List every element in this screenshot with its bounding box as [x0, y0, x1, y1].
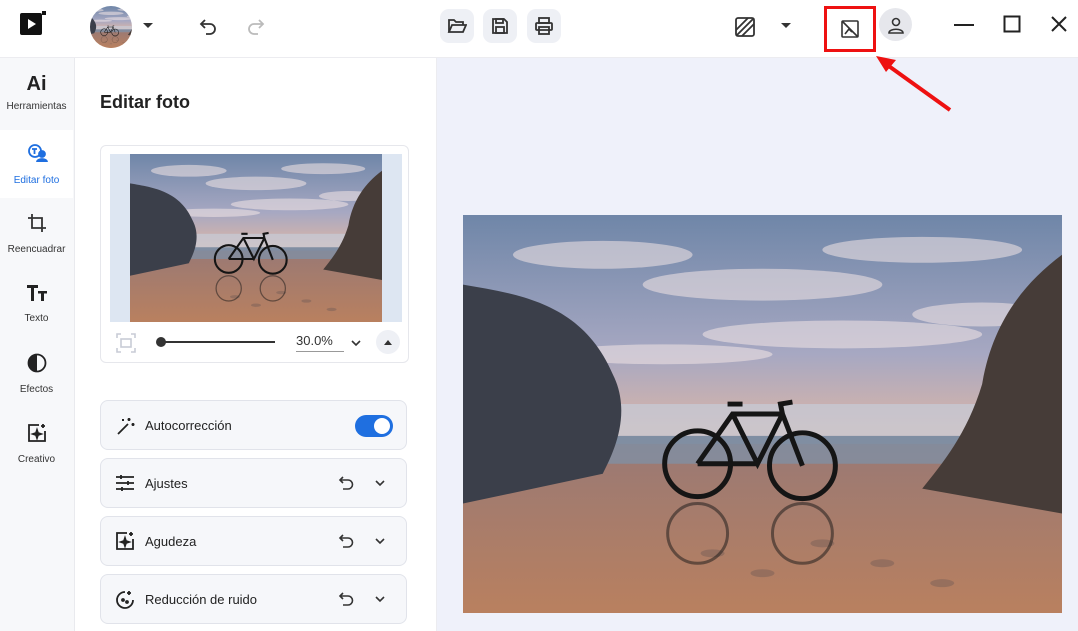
photo-canvas[interactable] — [437, 58, 1078, 631]
zoom-slider-handle[interactable] — [156, 337, 166, 347]
sharpen-icon — [115, 531, 137, 553]
tool-row-autocorreccion[interactable]: Autocorrección — [100, 400, 407, 450]
compare-icon[interactable] — [732, 14, 758, 40]
zoom-value[interactable]: 30.0% — [296, 333, 344, 352]
rail-item-label: Efectos — [19, 384, 54, 395]
tool-row-reduccion-ruido[interactable]: Reducción de ruido — [100, 574, 407, 624]
crop-icon — [27, 213, 47, 238]
text-icon — [26, 284, 48, 307]
autocorrect-toggle[interactable] — [355, 415, 393, 437]
chevron-down-icon[interactable] — [140, 18, 156, 34]
rail-item-label: Reencuadrar — [7, 244, 66, 255]
navigator-preview[interactable] — [110, 154, 402, 322]
tool-label: Agudeza — [145, 534, 197, 549]
rail-item-label: Creativo — [17, 454, 56, 465]
preview-thumbnail — [130, 154, 382, 322]
print-icon[interactable] — [527, 9, 561, 43]
undo-icon[interactable] — [196, 14, 220, 38]
app-logo-icon — [18, 10, 48, 38]
avatar[interactable] — [90, 6, 132, 48]
tool-label: Ajustes — [145, 476, 188, 491]
minimize-icon[interactable] — [953, 14, 975, 36]
hide-preview-icon[interactable] — [824, 6, 876, 52]
folder-open-icon[interactable] — [440, 9, 474, 43]
rail-item-label: Editar foto — [13, 175, 60, 186]
collapse-preview-button[interactable] — [376, 330, 400, 354]
save-icon[interactable] — [483, 9, 517, 43]
zoom-dropdown-chevron-icon[interactable] — [350, 336, 362, 348]
rail-item-editar-foto[interactable]: Editar foto — [0, 130, 73, 198]
tool-row-ajustes[interactable]: Ajustes — [100, 458, 407, 508]
rail-item-creativo[interactable]: Creativo — [0, 410, 73, 478]
tool-row-agudeza[interactable]: Agudeza — [100, 516, 407, 566]
compare-dropdown-chevron-icon[interactable] — [778, 18, 794, 34]
denoise-icon — [115, 589, 137, 611]
effects-icon — [27, 353, 47, 378]
left-tool-rail: Ai Herramientas Editar foto Reencuadrar … — [0, 58, 75, 631]
magic-wand-icon — [115, 415, 137, 437]
chevron-up-icon — [384, 339, 392, 345]
ai-icon: Ai — [26, 72, 47, 95]
edit-photo-panel: Editar foto 30.0% Autocorrección Ajustes… — [76, 58, 437, 631]
panel-title: Editar foto — [100, 92, 190, 112]
preview-card: 30.0% — [100, 145, 409, 363]
rail-item-efectos[interactable]: Efectos — [0, 340, 73, 408]
zoom-slider-track[interactable] — [157, 341, 275, 343]
reset-icon[interactable] — [337, 475, 355, 493]
rail-item-label: Texto — [24, 313, 49, 324]
tool-label: Autocorrección — [145, 418, 232, 433]
rail-item-label: Herramientas — [6, 100, 67, 112]
chevron-down-icon[interactable] — [373, 476, 387, 490]
creative-icon — [27, 423, 47, 448]
rail-item-reencuadrar[interactable]: Reencuadrar — [0, 200, 73, 268]
edit-photo-icon — [26, 142, 48, 169]
maximize-icon[interactable] — [1001, 13, 1023, 35]
user-icon[interactable] — [879, 8, 912, 41]
main-photo[interactable] — [463, 215, 1062, 613]
sliders-icon — [115, 473, 137, 495]
chevron-down-icon[interactable] — [373, 534, 387, 548]
tool-label: Reducción de ruido — [145, 592, 258, 607]
close-icon[interactable] — [1048, 13, 1070, 35]
reset-icon[interactable] — [337, 591, 355, 609]
rail-item-herramientas[interactable]: Ai Herramientas — [0, 58, 73, 126]
title-bar — [0, 0, 1078, 58]
reset-icon[interactable] — [337, 533, 355, 551]
photo-editor-window: Ai Herramientas Editar foto Reencuadrar … — [0, 0, 1078, 631]
chevron-down-icon[interactable] — [373, 592, 387, 606]
fit-to-screen-icon[interactable] — [115, 332, 137, 354]
rail-item-texto[interactable]: Texto — [0, 270, 73, 338]
redo-icon[interactable] — [244, 14, 268, 38]
